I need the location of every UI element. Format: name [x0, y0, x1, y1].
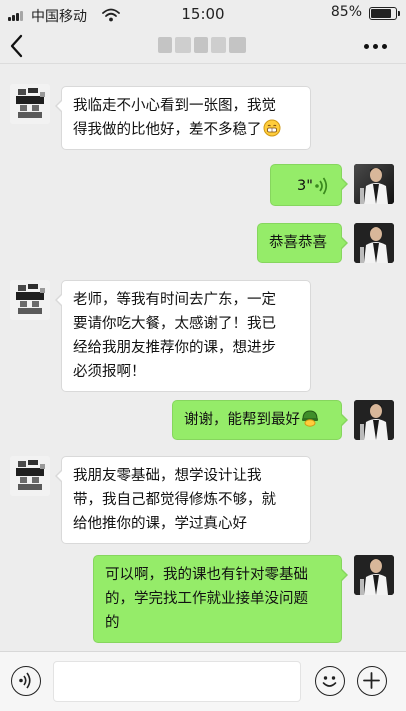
contact-avatar[interactable]: [10, 280, 50, 320]
status-bar: 中国移动 15:00 85%: [0, 0, 406, 30]
grin-emoji-icon: [263, 119, 280, 137]
my-avatar[interactable]: [354, 555, 394, 595]
my-avatar[interactable]: [354, 223, 394, 263]
message-line: 的: [105, 615, 120, 631]
message-bubble[interactable]: 老师，等我有时间去广东，一定 要请你吃大餐，太感谢了！我已 经给我朋友推荐你的课…: [55, 280, 311, 392]
message-line: 的，学完找工作就业接单没问题: [105, 591, 308, 607]
battery-percentage: 85%: [330, 4, 362, 20]
message-bubble[interactable]: 谢谢，能帮到最好: [172, 400, 348, 440]
voice-wave-icon: [315, 177, 328, 195]
message-text-input[interactable]: [53, 661, 301, 702]
message-line: 要请你吃大餐，太感谢了！我已: [73, 316, 276, 332]
battery-icon: [369, 7, 400, 20]
message-line: 给他推你的课，学过真心好: [73, 516, 247, 532]
emoji-icon[interactable]: [315, 666, 345, 696]
message-line: 带，我自己都觉得修炼不够，就: [73, 492, 276, 508]
my-avatar[interactable]: [354, 164, 394, 204]
back-chevron-icon[interactable]: [6, 32, 30, 60]
message-line: 我朋友零基础，想学设计让我: [73, 468, 262, 484]
message-line: 我临走不小心看到一张图，我觉: [73, 98, 276, 114]
message-bubble[interactable]: 我临走不小心看到一张图，我觉 得我做的比他好，差不多稳了: [55, 86, 311, 150]
voice-input-icon[interactable]: [11, 666, 41, 696]
contact-avatar[interactable]: [10, 456, 50, 496]
message-bubble[interactable]: 可以啊，我的课也有针对零基础 的，学完找工作就业接单没问题 的: [93, 555, 348, 643]
plus-icon[interactable]: [357, 666, 387, 696]
helmet-emoji-icon: [302, 410, 318, 427]
message-line: 经给我朋友推荐你的课，想进步: [73, 340, 276, 356]
message-line: 谢谢，能帮到最好: [184, 412, 300, 428]
chat-header: [0, 30, 406, 63]
message-line: 必须报啊！: [73, 364, 146, 380]
message-bubble[interactable]: 我朋友零基础，想学设计让我 带，我自己都觉得修炼不够，就 给他推你的课，学过真心…: [55, 456, 311, 544]
message-line: 老师，等我有时间去广东，一定: [73, 292, 276, 308]
contact-name-blurred: [158, 37, 246, 53]
more-dots-icon[interactable]: [364, 44, 388, 50]
message-line: 可以啊，我的课也有针对零基础: [105, 567, 308, 583]
message-line: 得我做的比他好，差不多稳了: [73, 122, 262, 138]
message-bubble[interactable]: 恭喜恭喜: [257, 223, 348, 263]
chat-input-bar: [0, 651, 406, 711]
contact-avatar[interactable]: [10, 84, 50, 124]
my-avatar[interactable]: [354, 400, 394, 440]
voice-duration: 3": [297, 178, 313, 194]
voice-message-bubble[interactable]: 3": [270, 164, 348, 206]
message-list[interactable]: 我临走不小心看到一张图，我觉 得我做的比他好，差不多稳了 3" 恭喜恭喜 老师，…: [0, 64, 406, 651]
message-line: 恭喜恭喜: [269, 235, 327, 251]
